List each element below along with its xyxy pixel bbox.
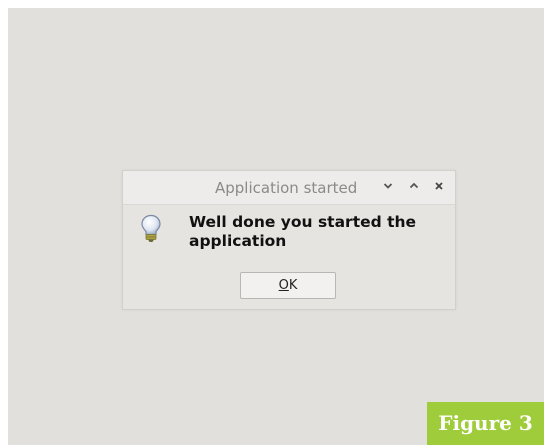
info-dialog: Application started Well done you starte…	[122, 170, 456, 310]
lightbulb-icon	[140, 214, 162, 244]
ok-button-mnemonic: O	[278, 278, 289, 293]
figure-caption: Figure 3	[427, 402, 544, 445]
dialog-titlebar[interactable]: Application started	[123, 171, 455, 205]
close-icon[interactable]	[430, 178, 448, 196]
maximize-icon[interactable]	[405, 178, 423, 196]
desktop-background: Application started Well done you starte…	[8, 8, 544, 445]
minimize-icon[interactable]	[379, 178, 397, 196]
dialog-title: Application started	[215, 179, 358, 197]
ok-button[interactable]: OK	[240, 272, 336, 299]
dialog-message: Well done you started the application	[189, 213, 417, 250]
ok-button-label: K	[288, 278, 298, 293]
